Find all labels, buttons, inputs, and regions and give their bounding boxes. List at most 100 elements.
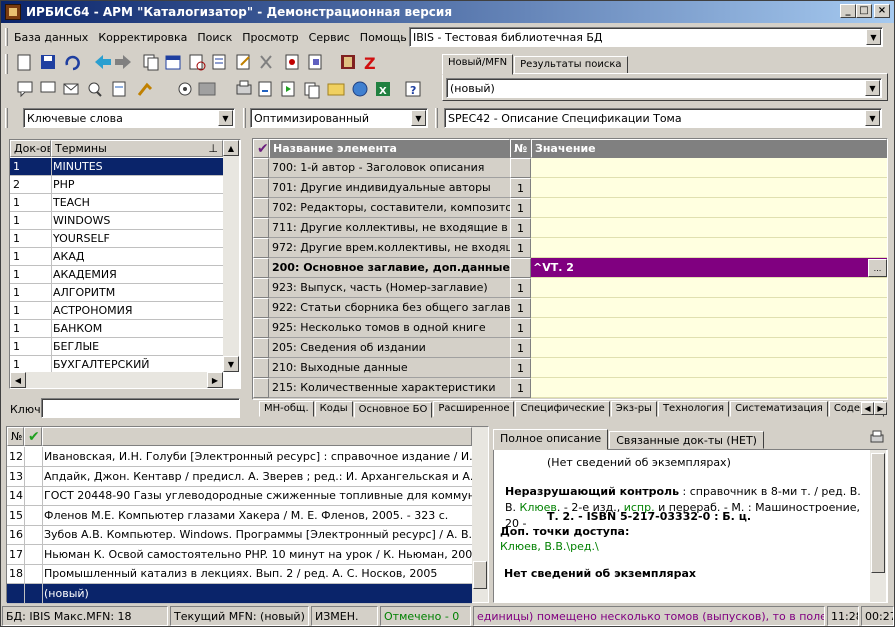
field-value[interactable] bbox=[531, 318, 887, 338]
dictionary-row[interactable]: 1 WINDOWS bbox=[10, 212, 223, 230]
editor-tab[interactable]: Расширенное bbox=[433, 401, 515, 417]
menu-item[interactable]: База данных bbox=[9, 31, 93, 44]
dictionary-row[interactable]: 1 YOURSELF bbox=[10, 230, 223, 248]
row-marker[interactable] bbox=[253, 178, 269, 198]
scroll-down-icon[interactable]: ▼ bbox=[223, 356, 239, 372]
row-marker[interactable] bbox=[253, 198, 269, 218]
close-button[interactable]: × bbox=[874, 4, 890, 18]
field-value[interactable] bbox=[531, 378, 887, 398]
editor-field-row[interactable]: 702: Редакторы, составители, композиторы… bbox=[253, 198, 887, 218]
row-marker[interactable] bbox=[253, 378, 269, 398]
editor-field-row[interactable]: 922: Статьи сборника без общего заглавия… bbox=[253, 298, 887, 318]
dictionary-row[interactable]: 1 БАНКОМ bbox=[10, 320, 223, 338]
result-row[interactable]: (новый) bbox=[7, 583, 472, 604]
col-name-header[interactable]: Название элемента bbox=[269, 139, 510, 158]
result-row[interactable]: 16 Зубов А.В. Компьютер. Windows. Програм… bbox=[7, 525, 472, 545]
scroll-up-icon[interactable]: ▲ bbox=[223, 140, 239, 156]
dictionary-row[interactable]: 1 БЕГЛЫЕ bbox=[10, 338, 223, 356]
menu-item[interactable]: Помощь bbox=[355, 31, 412, 44]
col-value-header[interactable]: Значение bbox=[531, 139, 887, 158]
results-check-icon[interactable]: ✔ bbox=[24, 427, 42, 446]
check-icon[interactable]: ✔ bbox=[253, 139, 269, 158]
menu-item[interactable]: Просмотр bbox=[237, 31, 303, 44]
dictionary-hscroll[interactable] bbox=[10, 372, 223, 388]
dictionary-row[interactable]: 1 АКАД bbox=[10, 248, 223, 266]
dictionary-row[interactable]: 1 АЛГОРИТМ bbox=[10, 284, 223, 302]
worksheet-select[interactable]: SPEC42 - Описание Спецификации Тома ▼ bbox=[444, 108, 882, 128]
record-tab[interactable]: Новый/MFN bbox=[442, 54, 514, 75]
row-marker[interactable] bbox=[253, 278, 269, 298]
result-row[interactable]: 15 Фленов М.Е. Компьютер глазами Хакера /… bbox=[7, 505, 472, 526]
results-scroll-thumb[interactable] bbox=[473, 561, 487, 589]
result-row[interactable]: 18 Промышленный катализ в лекциях. Вып. 2… bbox=[7, 564, 472, 584]
menu-item[interactable]: Корректировка bbox=[93, 31, 192, 44]
field-value[interactable] bbox=[531, 358, 887, 378]
editor-tab[interactable]: Специфические bbox=[515, 401, 610, 417]
ellipsis-button[interactable]: ... bbox=[868, 259, 887, 277]
result-row[interactable]: 17 Ньюман К. Освой самостоятельно PHP. 10… bbox=[7, 544, 472, 565]
tabs-scroll-left-icon[interactable]: ◀ bbox=[861, 402, 874, 415]
key-input[interactable] bbox=[41, 398, 240, 418]
field-value[interactable] bbox=[531, 218, 887, 238]
print-description-icon[interactable] bbox=[869, 429, 885, 445]
editor-tab[interactable]: Систематизация bbox=[730, 401, 828, 417]
row-marker[interactable] bbox=[253, 258, 269, 278]
result-row[interactable]: 12 Ивановская, И.Н. Голуби [Электронный р… bbox=[7, 447, 472, 467]
editor-field-row[interactable]: 711: Другие коллективы, не входящие в за… bbox=[253, 218, 887, 238]
editor-tab[interactable]: Основное БО bbox=[353, 402, 433, 418]
editor-field-row[interactable]: 972: Другие врем.коллективы, не входящие… bbox=[253, 238, 887, 258]
result-row[interactable]: 14 ГОСТ 20448-90 Газы углеводородные сжиж… bbox=[7, 486, 472, 506]
record-tab[interactable]: Результаты поиска bbox=[514, 56, 628, 74]
col-no-header[interactable]: № bbox=[510, 139, 531, 158]
dictionary-row[interactable]: 2 PHP bbox=[10, 176, 223, 194]
editor-tab[interactable]: Экз-ры bbox=[610, 401, 657, 417]
database-select[interactable]: IBIS - Тестовая библиотечная БД ▼ bbox=[409, 27, 883, 47]
maximize-button[interactable]: □ bbox=[856, 4, 872, 18]
field-value[interactable] bbox=[531, 178, 887, 198]
tabs-scroll-right-icon[interactable]: ▶ bbox=[874, 402, 887, 415]
mode-select[interactable]: Оптимизированный ▼ bbox=[250, 108, 428, 128]
field-value[interactable] bbox=[531, 338, 887, 358]
field-value[interactable] bbox=[531, 158, 887, 178]
menu-item[interactable]: Поиск bbox=[192, 31, 237, 44]
row-marker[interactable] bbox=[253, 218, 269, 238]
field-value[interactable] bbox=[531, 238, 887, 258]
scroll-left-icon[interactable]: ◀ bbox=[10, 372, 26, 388]
dictionary-row[interactable]: 1 TEACH bbox=[10, 194, 223, 212]
field-value[interactable]: ^VТ. 2 bbox=[531, 258, 887, 278]
access-point-link[interactable]: Клюев, В.В.\ред.\ bbox=[500, 540, 599, 553]
description-tab[interactable]: Связанные док-ты (НЕТ) bbox=[609, 431, 764, 449]
field-value[interactable] bbox=[531, 278, 887, 298]
field-value[interactable] bbox=[531, 198, 887, 218]
menu-item[interactable]: Сервис bbox=[304, 31, 355, 44]
chevron-down-icon[interactable]: ▼ bbox=[866, 29, 881, 45]
dictionary-row[interactable]: 1 АКАДЕМИЯ bbox=[10, 266, 223, 284]
scroll-right-icon[interactable]: ▶ bbox=[207, 372, 223, 388]
chevron-down-icon[interactable]: ▼ bbox=[411, 110, 426, 126]
row-marker[interactable] bbox=[253, 298, 269, 318]
dictionary-vscroll[interactable] bbox=[223, 140, 239, 372]
dictionary-row[interactable]: 1 АСТРОНОМИЯ bbox=[10, 302, 223, 320]
editor-field-row[interactable]: 215: Количественные характеристики 1 bbox=[253, 378, 887, 398]
editor-field-row[interactable]: 205: Сведения об издании 1 bbox=[253, 338, 887, 358]
chevron-down-icon[interactable]: ▼ bbox=[218, 110, 233, 126]
description-scroll-thumb[interactable] bbox=[871, 453, 885, 573]
editor-field-row[interactable]: 200: Основное заглавие, доп.данные ^VТ. 2… bbox=[253, 258, 887, 278]
editor-tab[interactable]: Технология bbox=[657, 401, 730, 417]
editor-field-row[interactable]: 210: Выходные данные 1 bbox=[253, 358, 887, 378]
row-marker[interactable] bbox=[253, 338, 269, 358]
dictionary-row[interactable]: 1 MINUTES bbox=[10, 158, 223, 176]
results-col-title[interactable] bbox=[42, 427, 472, 446]
editor-tab[interactable]: Коды bbox=[314, 401, 353, 417]
row-marker[interactable] bbox=[253, 158, 269, 178]
editor-field-row[interactable]: 700: 1-й автор - Заголовок описания bbox=[253, 158, 887, 178]
dictionary-select[interactable]: Ключевые слова ▼ bbox=[23, 108, 235, 128]
description-tab[interactable]: Полное описание bbox=[493, 429, 609, 450]
editor-field-row[interactable]: 925: Несколько томов в одной книге 1 bbox=[253, 318, 887, 338]
pin-icon[interactable]: ⊥ bbox=[208, 142, 218, 155]
editor-tab[interactable]: МН-общ. bbox=[259, 401, 314, 417]
editor-field-row[interactable]: 923: Выпуск, часть (Номер-заглавие) 1 bbox=[253, 278, 887, 298]
row-marker[interactable] bbox=[253, 318, 269, 338]
result-row[interactable]: 13 Апдайк, Джон. Кентавр / предисл. А. Зв… bbox=[7, 466, 472, 487]
editor-field-row[interactable]: 701: Другие индивидуальные авторы 1 bbox=[253, 178, 887, 198]
